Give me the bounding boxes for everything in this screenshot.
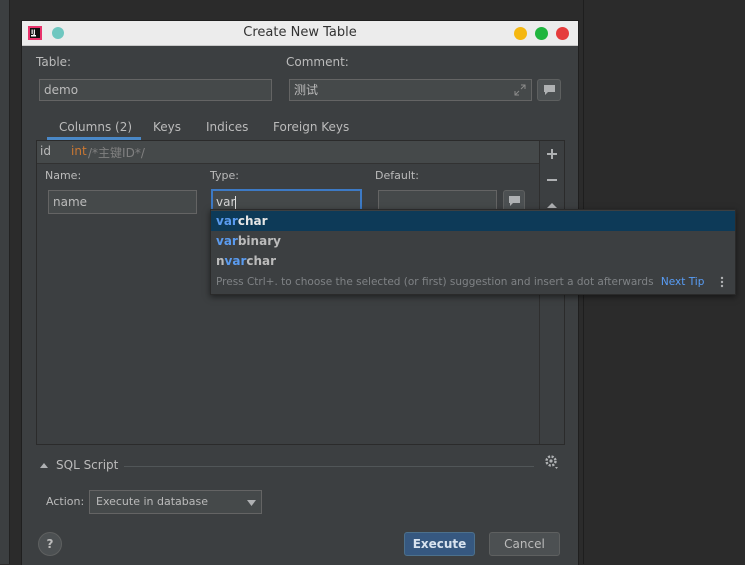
comment-value: 测试 (294, 83, 319, 97)
column-name-input[interactable]: name (48, 190, 197, 214)
tab-columns[interactable]: Columns (2) (59, 117, 132, 137)
maximize-button[interactable] (535, 27, 548, 40)
add-icon[interactable] (546, 148, 558, 160)
speech-bubble-icon (544, 85, 555, 95)
suggestion-rest: char (237, 214, 268, 228)
column-row[interactable]: id int /*主键ID*/ (37, 141, 539, 164)
speech-bubble-icon (509, 196, 520, 206)
type-label: Type: (210, 169, 239, 182)
name-label: Name: (45, 169, 82, 182)
collapse-triangle-icon[interactable] (39, 461, 49, 469)
cancel-button[interactable]: Cancel (489, 532, 560, 556)
tip-text: Press Ctrl+. to choose the selected (or … (216, 276, 654, 288)
column-name: id (40, 144, 51, 158)
next-tip-link[interactable]: Next Tip (661, 276, 704, 288)
suggestion-nvarchar[interactable]: nvarchar (211, 251, 735, 271)
gear-icon[interactable] (544, 454, 560, 470)
suggestion-match: var (224, 254, 247, 268)
more-options-icon[interactable] (720, 276, 724, 288)
autocomplete-popup: varchar varbinary nvarchar Press Ctrl+. … (210, 209, 736, 295)
table-name-input[interactable]: demo (39, 79, 272, 101)
title-bar: Create New Table IJ (22, 21, 578, 46)
tab-foreign-keys[interactable]: Foreign Keys (273, 117, 349, 137)
dialog-title: Create New Table (243, 25, 357, 40)
action-dropdown[interactable]: Execute in database (89, 490, 262, 514)
sql-script-label[interactable]: SQL Script (56, 458, 118, 472)
comment-label: Comment: (286, 55, 349, 69)
tab-keys[interactable]: Keys (153, 117, 181, 137)
background-left-panel (0, 0, 10, 564)
help-button[interactable]: ? (38, 532, 62, 556)
tab-indices[interactable]: Indices (206, 117, 248, 137)
comment-editor-button[interactable] (537, 79, 561, 101)
remove-icon[interactable] (546, 174, 558, 186)
table-label: Table: (36, 55, 72, 69)
text-cursor (235, 196, 237, 209)
column-type-value: var (216, 195, 236, 209)
comment-input[interactable]: 测试 (289, 79, 532, 101)
action-value: Execute in database (96, 495, 209, 508)
execute-button[interactable]: Execute (404, 532, 475, 556)
app-icon: IJ (28, 26, 42, 40)
svg-text:IJ: IJ (31, 29, 35, 36)
suggestion-prefix: n (216, 254, 225, 268)
suggestion-rest: binary (237, 234, 281, 248)
expand-icon[interactable] (514, 84, 526, 96)
suggestion-match: var (216, 214, 238, 228)
suggestion-varchar[interactable]: varchar (211, 211, 735, 231)
section-divider (124, 466, 534, 467)
suggestion-rest: char (246, 254, 277, 268)
default-label: Default: (375, 169, 419, 182)
minimize-button[interactable] (514, 27, 527, 40)
suggestion-varbinary[interactable]: varbinary (211, 231, 735, 251)
column-comment: /*主键ID*/ (88, 146, 145, 160)
autocomplete-tip: Press Ctrl+. to choose the selected (or … (216, 274, 704, 290)
action-label: Action: (46, 495, 85, 508)
window-status-dot-icon (52, 27, 64, 39)
chevron-down-icon (247, 500, 256, 506)
suggestion-match: var (216, 234, 238, 248)
close-button[interactable] (556, 27, 569, 40)
column-type: int (71, 144, 87, 158)
